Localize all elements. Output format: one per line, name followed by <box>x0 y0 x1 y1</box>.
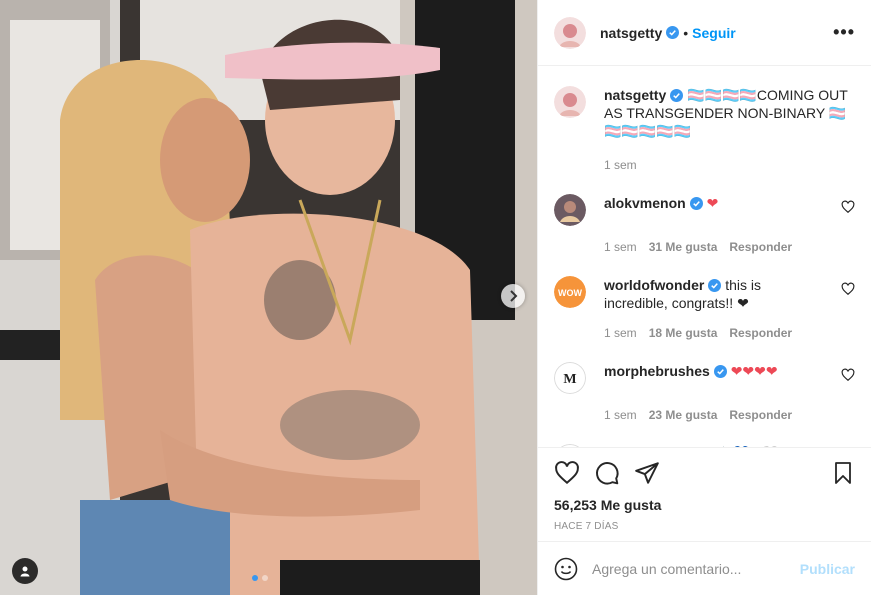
comment-username[interactable]: alokvmenon <box>604 195 686 211</box>
heart-icon[interactable] <box>554 460 580 486</box>
separator-dot: • <box>683 24 689 41</box>
comment-text: ❤ <box>706 195 719 211</box>
carousel-dot-active <box>252 575 258 581</box>
heart-icon[interactable] <box>841 282 855 296</box>
reply-button[interactable]: Responder <box>729 326 792 340</box>
publish-button[interactable]: Publicar <box>800 561 855 577</box>
avatar[interactable] <box>554 16 586 49</box>
post-actions: 56,253 Me gusta HACE 7 DÍAS <box>538 447 871 541</box>
comment-username[interactable]: morphebrushes <box>604 363 710 379</box>
comment-likes[interactable]: 31 Me gusta <box>649 240 718 254</box>
carousel-dot <box>262 575 268 581</box>
caption-username[interactable]: natsgetty <box>604 87 666 103</box>
svg-text:M: M <box>563 372 576 387</box>
post-sidebar: natsgetty • Seguir ••• natsgetty 🏳️‍⚧️🏳️… <box>537 0 871 595</box>
comment-item: alokvmenon ❤ <box>554 194 855 226</box>
comment-meta: 1 sem 23 Me gusta Responder <box>604 408 855 422</box>
caption-meta: 1 sem <box>604 158 855 172</box>
comments-list[interactable]: natsgetty 🏳️‍⚧️🏳️‍⚧️🏳️‍⚧️🏳️‍⚧️COMING OUT… <box>538 66 871 447</box>
tag-user-icon[interactable] <box>12 558 38 584</box>
avatar[interactable] <box>554 194 586 226</box>
next-photo-button[interactable] <box>501 284 525 308</box>
post-photo <box>0 0 537 595</box>
reply-button[interactable]: Responder <box>729 240 792 254</box>
avatar[interactable] <box>554 86 586 118</box>
post-header: natsgetty • Seguir ••• <box>538 0 871 66</box>
verified-icon <box>670 89 684 102</box>
verified-icon <box>713 365 727 378</box>
comment-item: WOW worldofwonder this is incredible, co… <box>554 276 855 312</box>
share-icon[interactable] <box>634 460 660 486</box>
carousel-indicator <box>252 575 268 581</box>
heart-icon[interactable] <box>841 368 855 382</box>
post-image[interactable] <box>0 0 537 595</box>
chevron-right-icon <box>510 290 518 302</box>
action-icons <box>554 458 855 488</box>
add-comment-bar: Agrega un comentario... Publicar <box>538 541 871 595</box>
avatar[interactable]: M <box>554 362 586 394</box>
comment-likes[interactable]: 23 Me gusta <box>649 408 718 422</box>
comment-body: worldofwonder this is incredible, congra… <box>604 276 826 312</box>
comment-body: morphebrushes ❤❤❤❤ <box>604 362 826 380</box>
post-caption: natsgetty 🏳️‍⚧️🏳️‍⚧️🏳️‍⚧️🏳️‍⚧️COMING OUT… <box>554 86 855 140</box>
post-container: natsgetty • Seguir ••• natsgetty 🏳️‍⚧️🏳️… <box>0 0 871 595</box>
comment-text: ❤❤❤❤ <box>730 363 778 379</box>
likes-count[interactable]: 56,253 Me gusta <box>554 497 855 513</box>
comment-username[interactable]: worldofwonder <box>604 277 704 293</box>
comment-time: 1 sem <box>604 326 637 340</box>
comment-time: 1 sem <box>604 408 637 422</box>
svg-text:WOW: WOW <box>558 288 582 298</box>
verified-icon <box>708 279 722 292</box>
reply-button[interactable]: Responder <box>729 408 792 422</box>
comment-icon[interactable] <box>594 460 620 486</box>
post-date[interactable]: HACE 7 DÍAS <box>554 521 855 532</box>
comment-body: alokvmenon ❤ <box>604 194 826 212</box>
caption-text: natsgetty 🏳️‍⚧️🏳️‍⚧️🏳️‍⚧️🏳️‍⚧️COMING OUT… <box>604 86 850 140</box>
comment-meta: 1 sem 31 Me gusta Responder <box>604 240 855 254</box>
more-options-button[interactable]: ••• <box>833 22 855 43</box>
comment-input[interactable]: Agrega un comentario... <box>592 561 800 577</box>
verified-icon <box>666 26 680 39</box>
bookmark-icon[interactable] <box>831 460 855 486</box>
heart-icon[interactable] <box>841 200 855 214</box>
verified-icon <box>689 197 703 210</box>
follow-button[interactable]: Seguir <box>692 25 736 41</box>
comment-item: M morphebrushes ❤❤❤❤ <box>554 362 855 394</box>
comment-meta: 1 sem 18 Me gusta Responder <box>604 326 855 340</box>
post-username[interactable]: natsgetty <box>600 25 662 41</box>
comment-time: 1 sem <box>604 240 637 254</box>
avatar[interactable]: WOW <box>554 276 586 308</box>
emoji-icon[interactable] <box>554 557 578 581</box>
comment-likes[interactable]: 18 Me gusta <box>649 326 718 340</box>
caption-time: 1 sem <box>604 158 637 172</box>
